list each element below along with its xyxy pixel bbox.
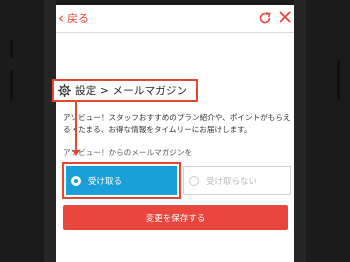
refresh-icon[interactable] (258, 11, 272, 25)
navigation-bar: ‹ 戻る (56, 5, 294, 33)
phone-side-button (10, 40, 13, 58)
annotation-arrow-head (72, 150, 80, 156)
breadcrumb-text: 設定 > メールマガジン (75, 85, 188, 97)
phone-bezel-left (44, 0, 56, 262)
radio-circle-icon (189, 175, 199, 186)
highlight-box-radio: 受け取る (62, 162, 181, 199)
gear-icon (58, 84, 71, 97)
phone-frame-left (0, 0, 44, 262)
close-icon[interactable] (278, 10, 292, 24)
radio-checked-icon (71, 175, 81, 186)
back-label: 戻る (67, 12, 89, 25)
save-changes-button[interactable]: 変更を保存する (63, 205, 288, 230)
breadcrumb-highlight: 設定 > メールマガジン (52, 79, 198, 102)
close-x-glyph (279, 11, 291, 23)
subscription-label: アソビュー！からのメールマガジンを (63, 148, 193, 157)
save-button-label: 変更を保存する (145, 213, 206, 224)
mail-magazine-description: アソビュー！スタッフおすすめのプラン紹介や、ポイントがもらえる・たまる、お得な情… (63, 113, 291, 134)
radio-subscribe[interactable]: 受け取る (66, 166, 177, 195)
radio-subscribe-label: 受け取る (88, 176, 123, 187)
radio-unsubscribe[interactable]: 受け取らない (183, 166, 291, 195)
phone-side-button (10, 70, 13, 100)
radio-unsubscribe-label: 受け取らない (206, 176, 258, 187)
phone-frame-right (306, 0, 350, 262)
back-button[interactable]: ‹ 戻る (58, 10, 89, 26)
phone-bezel-right (294, 0, 306, 262)
chevron-left-icon: ‹ (58, 8, 64, 27)
app-screen: ‹ 戻る アソビュー！スタッフおすすめのプラン紹介や、ポイントがもらえる・たまる… (56, 5, 294, 262)
phone-side-button (337, 60, 340, 100)
annotation-arrow-line (75, 102, 77, 152)
